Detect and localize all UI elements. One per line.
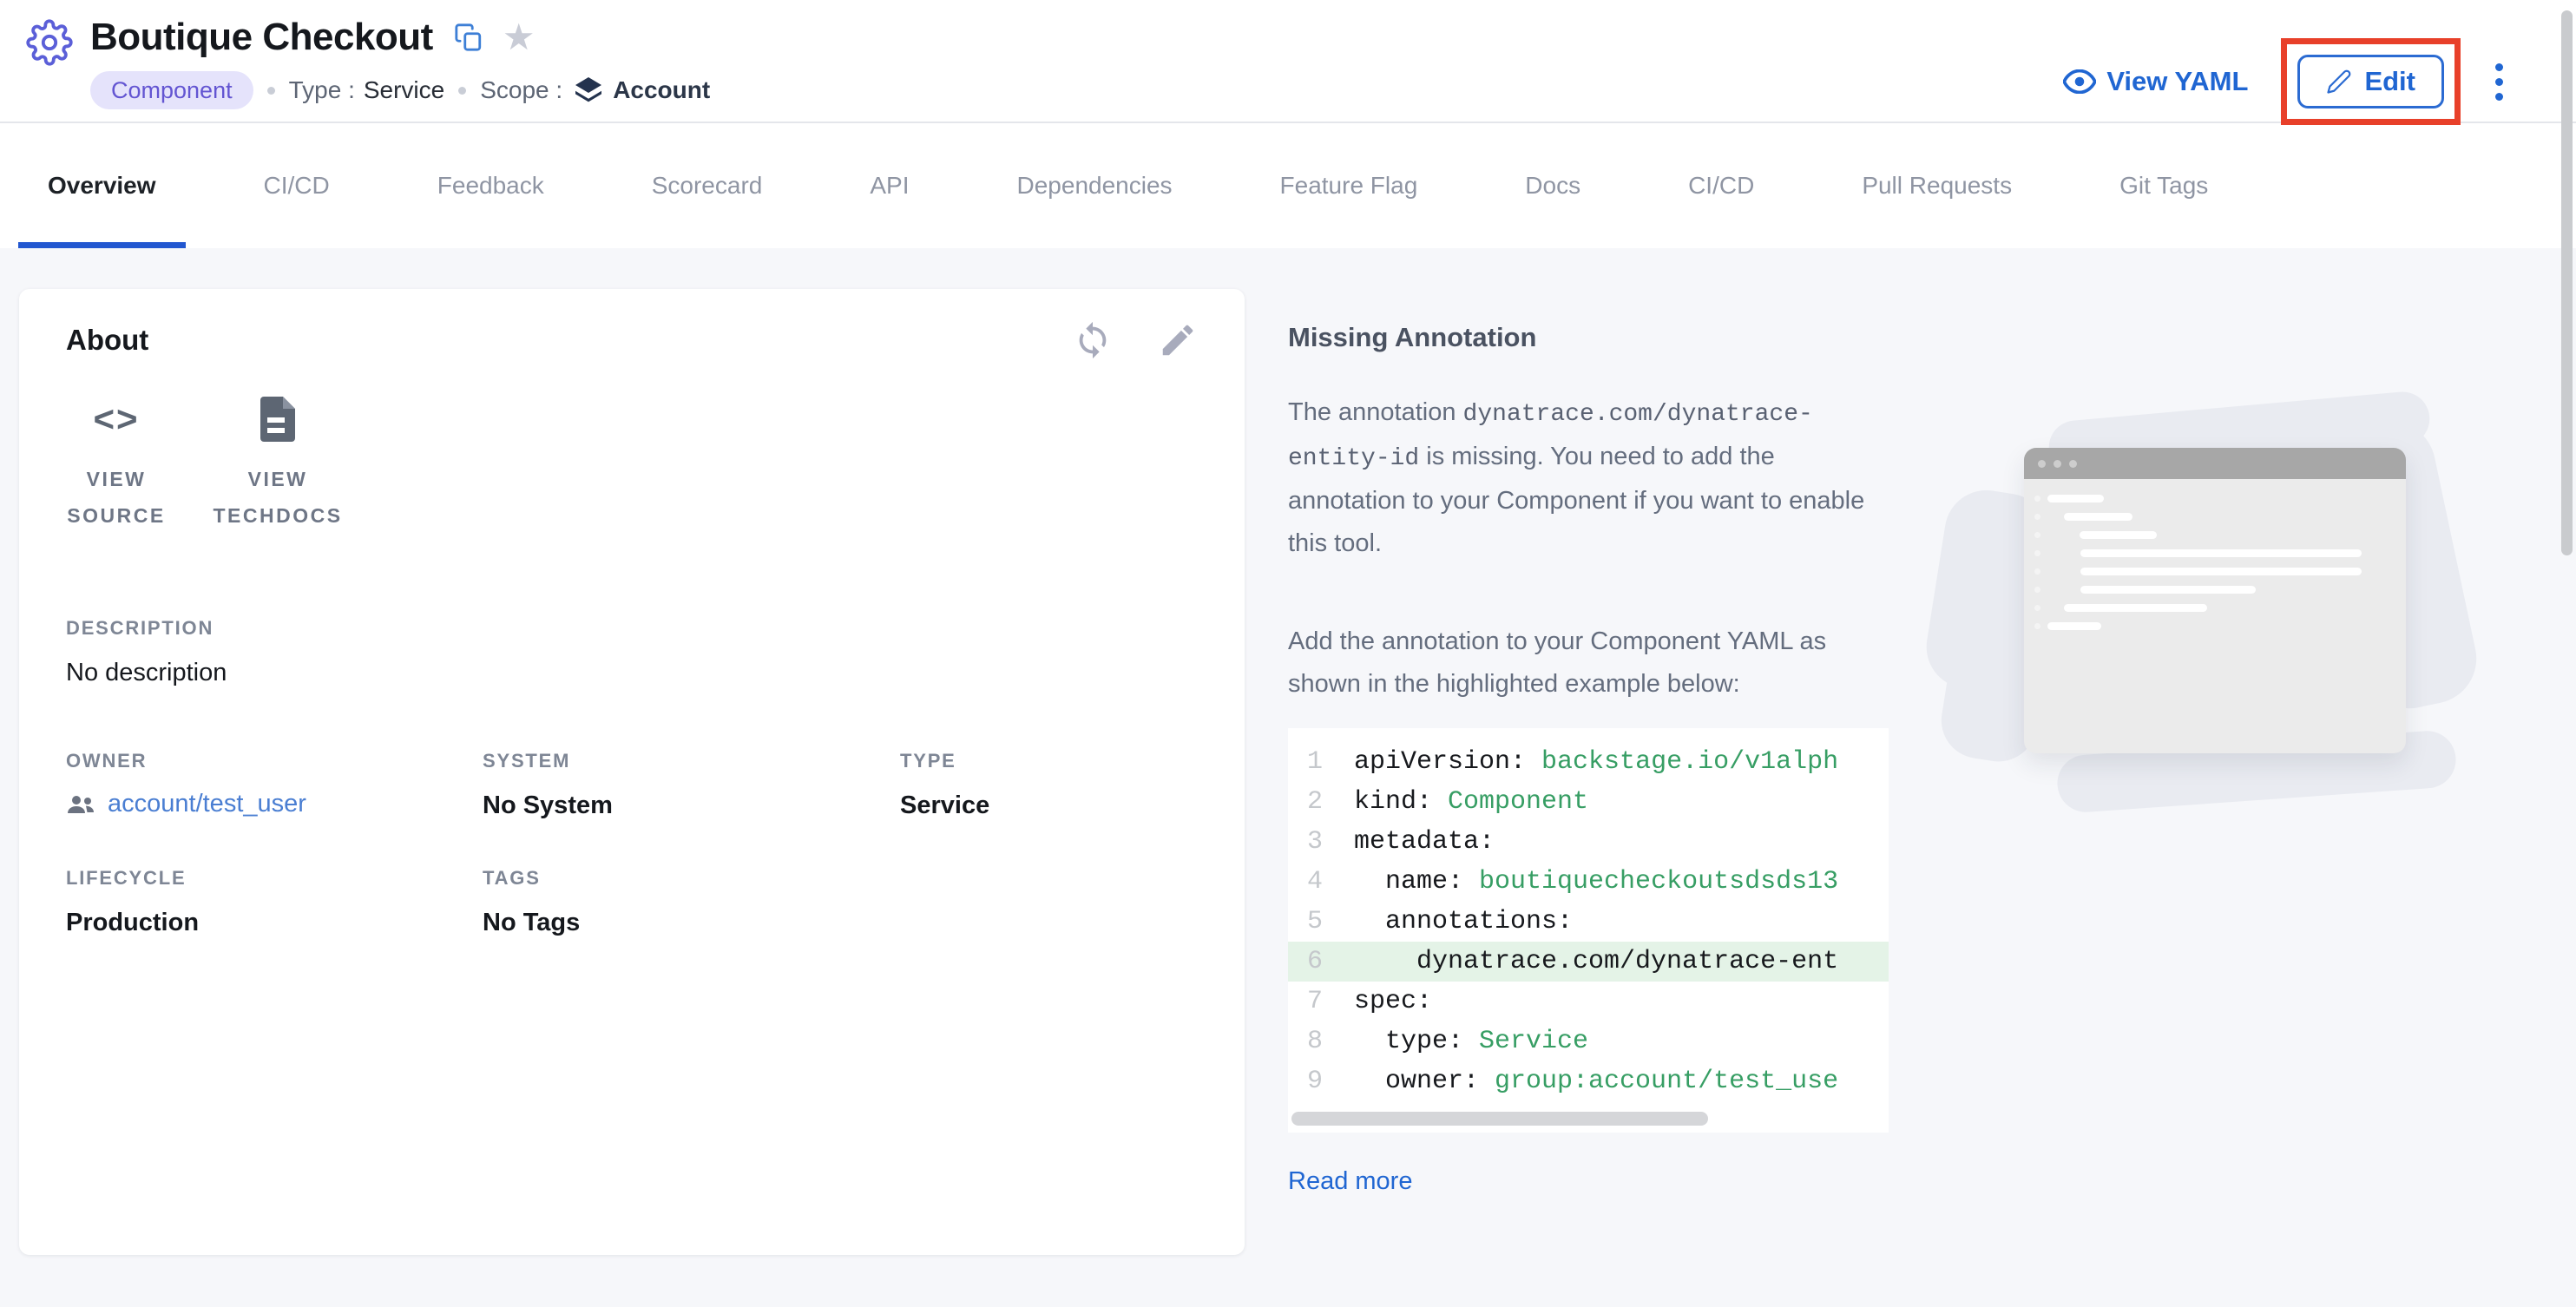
lifecycle-field: LIFECYCLE Production <box>66 867 483 937</box>
tab-cicd-2[interactable]: CI/CD <box>1659 123 1784 248</box>
refresh-icon[interactable] <box>1073 320 1113 360</box>
scope-label: Scope : <box>480 76 562 104</box>
lifecycle-value: Production <box>66 909 483 937</box>
page-header: Boutique Checkout ★ Component Type : Ser… <box>0 0 2576 123</box>
description-label: DESCRIPTION <box>66 617 1198 640</box>
favorite-star-icon[interactable]: ★ <box>503 19 536 56</box>
type-field-value: Service <box>900 791 1198 820</box>
tab-bar: Overview CI/CD Feedback Scorecard API De… <box>0 123 2576 248</box>
edit-about-icon[interactable] <box>1158 320 1198 360</box>
scope-value: Account <box>613 76 710 104</box>
code-scrollbar-thumb[interactable] <box>1291 1112 1708 1126</box>
tab-docs[interactable]: Docs <box>1495 123 1610 248</box>
annotation-instruction: Add the annotation to your Component YAM… <box>1288 621 1889 706</box>
pencil-icon <box>2326 69 2352 95</box>
owner-label: OWNER <box>66 750 483 772</box>
annotation-text: The annotation <box>1288 398 1456 426</box>
about-card-title: About <box>66 324 148 357</box>
layers-icon <box>573 75 604 106</box>
system-label: SYSTEM <box>483 750 900 772</box>
type-field: TYPE Service <box>900 750 1198 820</box>
owner-field: OWNER account/test_user <box>66 750 483 820</box>
tags-field: TAGS No Tags <box>483 867 900 937</box>
type-value: Service <box>364 76 444 104</box>
tab-cicd[interactable]: CI/CD <box>234 123 359 248</box>
annotation-paragraph: The annotation dynatrace.com/dynatrace-e… <box>1288 391 1889 565</box>
type-label: Type : <box>289 76 355 104</box>
code-horizontal-scrollbar[interactable] <box>1291 1112 1889 1126</box>
docs-icon <box>260 397 295 442</box>
edit-button-label: Edit <box>2364 66 2415 97</box>
page-title: Boutique Checkout <box>90 16 433 59</box>
tags-label: TAGS <box>483 867 900 890</box>
copy-icon[interactable] <box>454 23 483 52</box>
view-yaml-label: View YAML <box>2106 66 2248 97</box>
about-card: About <> VIEW SOURCE <box>19 289 1245 1255</box>
description-value: No description <box>66 659 1198 687</box>
group-icon <box>66 793 95 816</box>
yaml-code-block: 1apiVersion:backstage.io/v1alph 2kind:Co… <box>1288 728 1889 1133</box>
view-yaml-button[interactable]: View YAML <box>2063 66 2248 97</box>
view-techdocs-link[interactable]: VIEW TECHDOCS <box>201 397 354 534</box>
owner-link[interactable]: account/test_user <box>108 790 306 818</box>
kind-badge: Component <box>90 71 253 109</box>
page-scrollbar[interactable] <box>2561 10 2573 555</box>
overview-content: About <> VIEW SOURCE <box>0 248 2576 1307</box>
tab-dependencies[interactable]: Dependencies <box>988 123 1202 248</box>
component-gear-icon <box>26 19 73 66</box>
code-line: 1apiVersion:backstage.io/v1alph <box>1288 742 1889 782</box>
edit-button[interactable]: Edit <box>2297 55 2444 108</box>
tab-git-tags[interactable]: Git Tags <box>2090 123 2238 248</box>
view-techdocs-label: VIEW TECHDOCS <box>201 461 354 534</box>
type-field-label: TYPE <box>900 750 1198 772</box>
entity-title-group: Boutique Checkout ★ Component Type : Ser… <box>26 16 2063 109</box>
code-line: 7spec: <box>1288 982 1889 1021</box>
system-field: SYSTEM No System <box>483 750 900 820</box>
view-source-link[interactable]: <> VIEW SOURCE <box>66 397 167 534</box>
meta-separator-dot <box>267 87 275 95</box>
code-icon: <> <box>93 397 139 442</box>
code-line-highlighted: 6 dynatrace.com/dynatrace-ent <box>1288 942 1889 982</box>
meta-separator-dot <box>458 87 466 95</box>
edit-button-highlight: Edit <box>2281 38 2461 125</box>
scope-value-group: Account <box>562 75 710 106</box>
read-more-link[interactable]: Read more <box>1288 1167 1412 1196</box>
code-line: 5 annotations: <box>1288 902 1889 942</box>
tab-overview[interactable]: Overview <box>18 123 186 248</box>
tab-api[interactable]: API <box>840 123 938 248</box>
more-options-button[interactable] <box>2490 55 2508 109</box>
header-actions: View YAML Edit <box>2063 38 2508 125</box>
tab-feedback[interactable]: Feedback <box>408 123 574 248</box>
code-line: 8 type:Service <box>1288 1021 1889 1061</box>
panel-heading: Missing Annotation <box>1288 322 1889 353</box>
illustration-window <box>2024 448 2406 753</box>
code-line: 4 name:boutiquecheckoutsdsds13 <box>1288 862 1889 902</box>
tab-feature-flag[interactable]: Feature Flag <box>1251 123 1448 248</box>
code-line: 9 owner:group:account/test_use <box>1288 1061 1889 1101</box>
entity-meta-row: Component Type : Service Scope : Account <box>90 71 710 109</box>
code-line: 3metadata: <box>1288 822 1889 862</box>
tags-value: No Tags <box>483 909 900 937</box>
code-line: 2kind:Component <box>1288 782 1889 822</box>
missing-annotation-panel: Missing Annotation The annotation dynatr… <box>1288 289 1889 1196</box>
tab-scorecard[interactable]: Scorecard <box>622 123 792 248</box>
tab-pull-requests[interactable]: Pull Requests <box>1832 123 2041 248</box>
lifecycle-label: LIFECYCLE <box>66 867 483 890</box>
system-value: No System <box>483 791 900 820</box>
eye-icon <box>2063 69 2096 94</box>
view-source-label: VIEW SOURCE <box>66 461 167 534</box>
code-window-illustration <box>1927 387 2517 873</box>
illustration-window-bar <box>2024 448 2406 479</box>
